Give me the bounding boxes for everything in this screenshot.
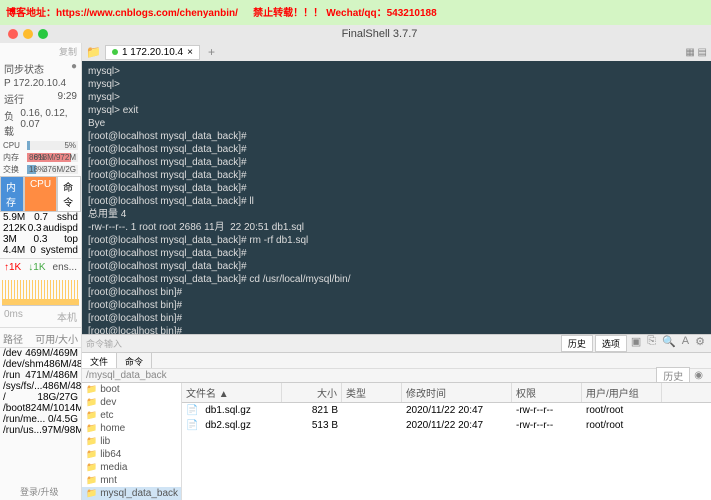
sync-status-label: 同步状态 (4, 61, 44, 76)
blog-link[interactable]: https://www.cnblogs.com/chenyanbin/ (56, 8, 238, 19)
file-row[interactable]: 📄 db1.sql.gz 821 B 2020/11/22 20:47 -rw-… (182, 403, 711, 418)
tab-cmd[interactable]: 命令 (57, 176, 81, 212)
window-titlebar: FinalShell 3.7.7 (0, 25, 711, 43)
folder-icon: 📁 (86, 384, 97, 395)
search-icon[interactable]: 🔍 (660, 335, 678, 352)
tab-file[interactable]: 文件 (82, 353, 117, 368)
terminal-footer: 命令输入 历史 选项 ▣ ⎘ 🔍 A ⚙ (82, 334, 711, 352)
close-button[interactable] (8, 29, 18, 39)
folder-icon: 📁 (86, 436, 97, 447)
tab-mem[interactable]: 内存 (0, 176, 24, 212)
folder-icon: 📁 (86, 410, 97, 421)
tab-bar: 📁 1 172.20.10.4 × + ▦ ▤ (82, 43, 711, 61)
copy-label[interactable]: 复制 (0, 43, 81, 60)
maximize-button[interactable] (38, 29, 48, 39)
font-icon[interactable]: A (680, 335, 691, 352)
current-path[interactable]: /mysql_data_back (86, 370, 656, 381)
options-button[interactable]: 选项 (595, 335, 627, 352)
connection-tab[interactable]: 1 172.20.10.4 × (105, 45, 200, 60)
watermark-banner: 博客地址：https://www.cnblogs.com/chenyanbin/… (0, 0, 711, 25)
tab-command[interactable]: 命令 (117, 353, 152, 368)
folder-icon: 📁 (86, 475, 97, 486)
command-input[interactable]: 命令输入 (86, 337, 561, 350)
folder-icon[interactable]: 📁 (86, 45, 101, 59)
sidebar: 复制 同步状态● P 172.20.10.4 运行9:29 负载0.16, 0.… (0, 43, 82, 500)
layout-icon[interactable]: ▦ ▤ (685, 47, 707, 58)
folder-icon: 📁 (86, 397, 97, 408)
settings-icon[interactable]: ⚙ (693, 335, 707, 352)
status-dot-icon (112, 49, 118, 55)
folder-icon: 📁 (86, 449, 97, 460)
load-label: 负载 (4, 108, 20, 138)
runtime-label: 运行 (4, 91, 24, 106)
minimize-button[interactable] (23, 29, 33, 39)
folder-icon: 📁 (86, 488, 97, 499)
add-tab-button[interactable]: + (204, 45, 219, 59)
folder-tree[interactable]: 📁boot 📁dev 📁etc 📁home 📁lib 📁lib64 📁media… (82, 383, 182, 500)
folder-icon: 📁 (86, 462, 97, 473)
close-tab-icon[interactable]: × (187, 47, 193, 58)
folder-icon: 📁 (86, 423, 97, 434)
file-panel-tabs: 文件 命令 (82, 352, 711, 368)
path-up-icon[interactable]: ◉ (690, 370, 707, 381)
terminal[interactable]: mysql> mysql> mysql> mysql> exit Bye [ro… (82, 61, 711, 334)
tab-cpu[interactable]: CPU (24, 176, 57, 212)
path-bar: /mysql_data_back 历史 ◉ (82, 368, 711, 382)
sync-dot-icon: ● (71, 61, 77, 76)
window-title: FinalShell 3.7.7 (48, 28, 711, 40)
login-link[interactable]: 登录/升级 (20, 485, 59, 498)
process-list: 5.9M0.7sshd 212K0.3audispd 3M0.3top 4.4M… (0, 212, 81, 256)
tool-icon[interactable]: ▣ (629, 335, 643, 352)
history-button[interactable]: 历史 (561, 335, 593, 352)
network-chart (2, 276, 79, 306)
copy-icon[interactable]: ⎘ (645, 335, 658, 352)
file-list[interactable]: 文件名 ▲ 大小 类型 修改时间 权限 用户/用户组 📄 db1.sql.gz … (182, 383, 711, 500)
file-row[interactable]: 📄 db2.sql.gz 513 B 2020/11/22 20:47 -rw-… (182, 418, 711, 433)
ip-label: P 172.20.10.4 (4, 78, 66, 89)
